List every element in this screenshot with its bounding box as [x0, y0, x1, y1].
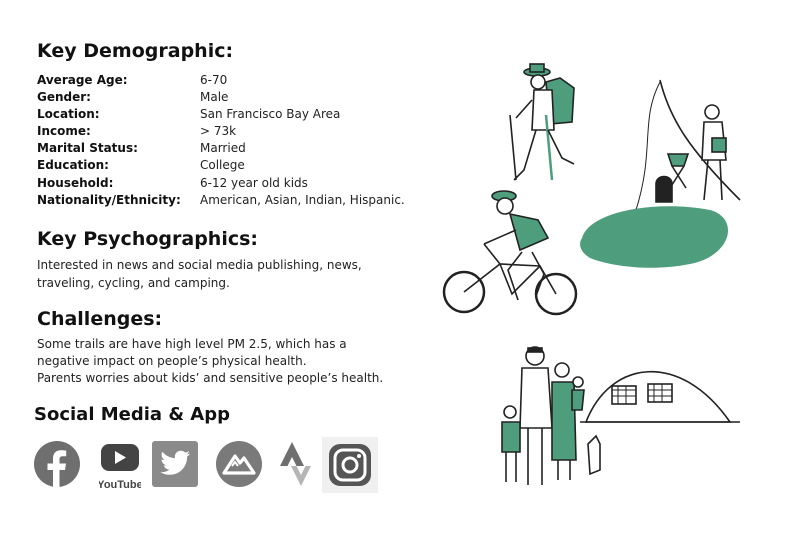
cyclist-illustration	[442, 190, 578, 316]
demographic-label: Household:	[37, 175, 114, 190]
youtube-icon[interactable]: YouTube	[99, 440, 141, 492]
demographic-row: Income: > 73k	[37, 124, 405, 141]
demographic-label: Income:	[37, 124, 91, 139]
challenge-line: Some trails are have high level PM 2.5, …	[37, 337, 347, 368]
pond-illustration	[580, 206, 729, 268]
challenges-text: Some trails are have high level PM 2.5, …	[37, 336, 397, 387]
twitter-icon[interactable]	[151, 440, 199, 488]
psychographics-heading: Key Psychographics:	[37, 228, 259, 250]
demographic-row: Household: 6-12 year old kids	[37, 176, 405, 193]
demographic-row: Average Age: 6-70	[37, 73, 405, 90]
demographic-row: Education: College	[37, 158, 405, 175]
family-illustration	[501, 346, 601, 485]
outdoor-activities-illustration	[442, 63, 741, 485]
demographic-row: Gender: Male	[37, 90, 405, 107]
youtube-wordmark: YouTube	[99, 479, 141, 491]
demographic-label: Nationality/Ethnicity:	[37, 192, 181, 207]
fishing-illustration	[630, 79, 741, 223]
demographic-row: Location: San Francisco Bay Area	[37, 107, 405, 124]
demographic-value: Married	[200, 141, 246, 156]
tent-illustration	[580, 370, 740, 423]
strava-icon[interactable]	[278, 440, 314, 490]
demographic-heading: Key Demographic:	[37, 40, 234, 62]
demographic-row: Nationality/Ethnicity: American, Asian, I…	[37, 193, 405, 210]
challenge-line: Parents worries about kids’ and sensitiv…	[37, 371, 384, 385]
hiker-illustration	[509, 63, 575, 181]
demographic-value: American, Asian, Indian, Hispanic.	[200, 192, 405, 207]
demographic-value: 6-70	[200, 73, 228, 87]
demographic-label: Gender:	[37, 90, 91, 105]
demographic-value: 6-12 year old kids	[200, 175, 308, 190]
demographic-row: Marital Status: Married	[37, 141, 405, 158]
demographic-label: Marital Status:	[37, 141, 138, 156]
demographic-value: Male	[200, 90, 229, 105]
alltrails-icon[interactable]	[215, 440, 263, 488]
demographic-label: Average Age:	[37, 73, 128, 87]
demographic-table: Average Age: 6-70 Gender: Male Location: Sa…	[37, 73, 405, 210]
instagram-icon[interactable]	[321, 436, 379, 494]
demographic-label: Location:	[37, 107, 100, 122]
demographic-label: Education:	[37, 158, 109, 173]
demographic-value: San Francisco Bay Area	[200, 107, 341, 122]
facebook-icon[interactable]	[33, 440, 81, 488]
social-media-heading: Social Media & App	[34, 404, 231, 425]
psychographics-text: Interested in news and social media publ…	[37, 258, 362, 290]
social-icons-row: YouTube	[33, 437, 383, 496]
demographic-value: > 73k	[200, 124, 237, 139]
demographic-value: College	[200, 158, 245, 173]
challenges-heading: Challenges:	[37, 308, 163, 330]
